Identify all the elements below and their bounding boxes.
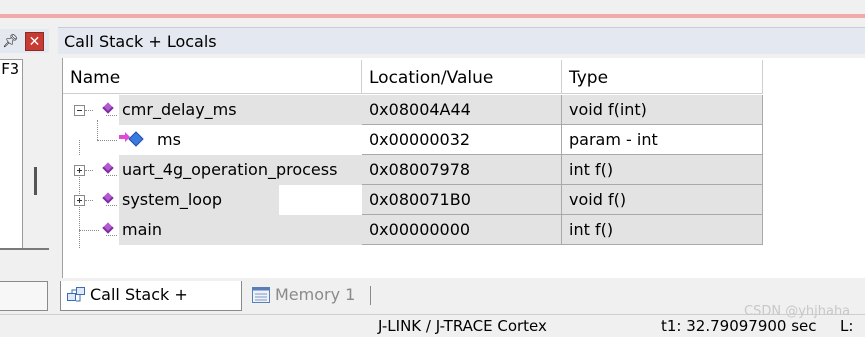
row-location: 0x080071B0 <box>362 185 562 215</box>
call-stack-row[interactable]: main 0x00000000 int f() <box>63 215 764 245</box>
tab-call-stack-locals[interactable]: Call Stack + Locals <box>60 281 242 332</box>
row-name: system_loop <box>119 185 279 215</box>
tree-line <box>106 235 117 236</box>
function-gem-icon <box>102 222 114 234</box>
row-type: void f() <box>562 185 763 215</box>
call-stack-row[interactable]: uart_4g_operation_process 0x08007978 int… <box>63 155 764 185</box>
column-header-location[interactable]: Location/Value <box>362 60 562 94</box>
tab-memory-1[interactable]: Memory 1 <box>246 281 368 311</box>
window-titlebar[interactable]: Call Stack + Locals <box>58 27 865 54</box>
function-gem-icon <box>102 102 114 114</box>
status-time: t1: 32.79097900 sec <box>661 317 817 335</box>
function-gem-icon <box>102 162 114 174</box>
left-pane-tab[interactable] <box>0 281 48 311</box>
row-name: ms <box>153 125 362 155</box>
status-extra: L: <box>840 317 854 335</box>
tree-line <box>85 110 93 111</box>
row-name-area: cmr_delay_ms <box>63 95 362 125</box>
left-pane-content: F3 <box>0 59 23 249</box>
left-pane-divider <box>0 248 49 250</box>
left-pane: 📌︎ ✕ F3 <box>0 27 49 277</box>
row-location: 0x00000000 <box>362 215 562 245</box>
row-name-area: system_loop <box>63 185 362 215</box>
status-debugger: J-LINK / J-TRACE Cortex <box>378 317 547 335</box>
row-name-area: main <box>63 215 362 245</box>
row-type: void f(int) <box>562 95 763 125</box>
call-stack-icon <box>67 287 85 302</box>
row-name: main <box>119 215 362 245</box>
tree-line <box>85 200 93 201</box>
row-type: param - int <box>562 125 763 155</box>
top-accent-bar <box>0 14 865 18</box>
top-editor-area <box>0 0 865 27</box>
call-stack-window: Call Stack + Locals Name Location/Value … <box>58 27 865 332</box>
expand-icon[interactable] <box>74 195 85 206</box>
call-stack-row[interactable]: ms 0x00000032 param - int <box>63 125 764 155</box>
row-location: 0x08007978 <box>362 155 562 185</box>
row-name: uart_4g_operation_process <box>119 155 362 185</box>
column-header-row: Name Location/Value Type <box>63 60 764 95</box>
tree-line <box>106 175 117 176</box>
column-header-type[interactable]: Type <box>562 60 763 94</box>
close-icon[interactable]: ✕ <box>25 32 44 51</box>
watermark: CSDN @yhjhaha <box>744 304 851 319</box>
call-stack-tree: Name Location/Value Type cmr_delay_ms 0x… <box>62 58 865 305</box>
left-pane-scrollbar[interactable] <box>26 59 46 249</box>
column-header-name[interactable]: Name <box>63 60 362 94</box>
function-gem-icon <box>102 192 114 204</box>
memory-icon <box>252 287 270 303</box>
left-pane-scroll-thumb[interactable] <box>34 167 37 195</box>
tab-separator <box>370 286 371 305</box>
window-title: Call Stack + Locals <box>64 32 217 51</box>
tree-line <box>79 230 99 231</box>
tree-line <box>85 170 93 171</box>
pin-icon[interactable]: 📌︎ <box>2 34 19 49</box>
tab-memory-label: Memory 1 <box>275 285 356 304</box>
row-name-area: uart_4g_operation_process <box>63 155 362 185</box>
left-pane-text: F3 <box>1 60 20 78</box>
tree-line <box>97 140 117 141</box>
tree-line <box>106 205 117 206</box>
parameter-icon <box>119 131 144 147</box>
collapse-icon[interactable] <box>74 105 85 116</box>
left-tab-strip <box>0 278 50 314</box>
expand-icon[interactable] <box>74 165 85 176</box>
call-stack-row[interactable]: cmr_delay_ms 0x08004A44 void f(int) <box>63 95 764 125</box>
row-type: int f() <box>562 155 763 185</box>
call-stack-row[interactable]: system_loop 0x080071B0 void f() <box>63 185 764 215</box>
row-name-area: ms <box>63 125 362 155</box>
status-bar: J-LINK / J-TRACE Cortex t1: 32.79097900 … <box>0 314 865 336</box>
left-pane-titlebar: 📌︎ ✕ <box>0 29 49 53</box>
row-type: int f() <box>562 215 763 245</box>
row-name: cmr_delay_ms <box>119 95 362 125</box>
row-location: 0x08004A44 <box>362 95 562 125</box>
tree-line <box>106 115 117 116</box>
row-location: 0x00000032 <box>362 125 562 155</box>
